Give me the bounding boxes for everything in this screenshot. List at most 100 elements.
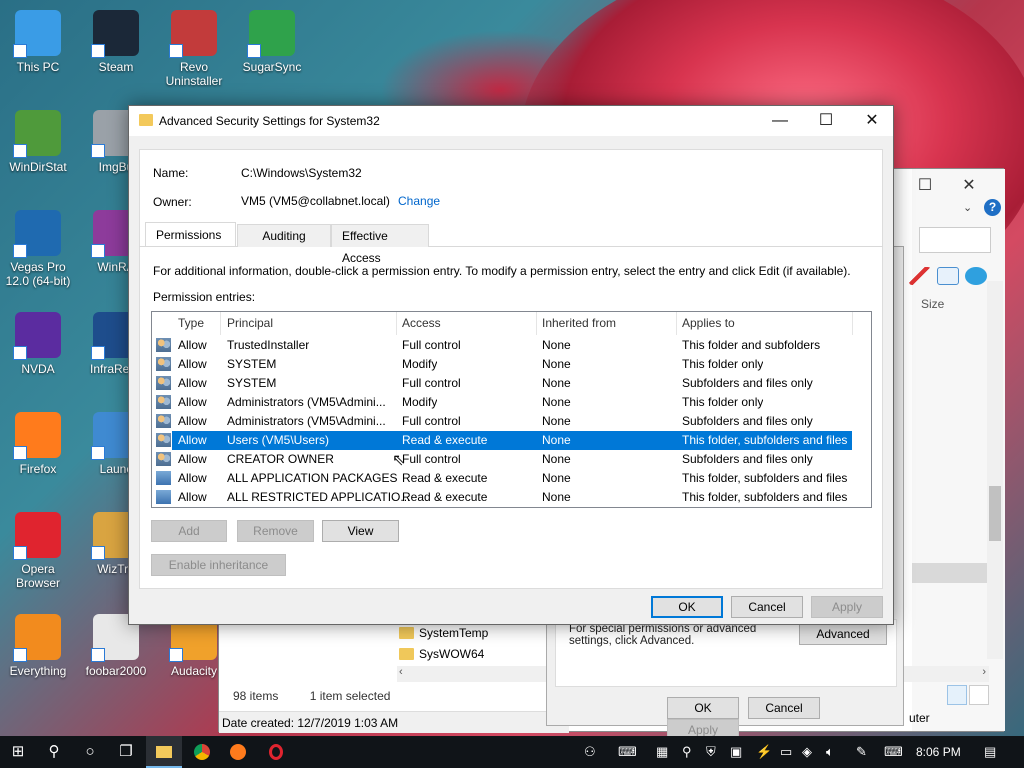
column-header-principal[interactable]: Principal [227, 316, 273, 330]
shield-globe-icon[interactable] [965, 267, 987, 285]
tab-permissions[interactable]: Permissions [145, 222, 236, 246]
table-cell: None [542, 452, 571, 466]
cancel-button[interactable]: Cancel [731, 596, 803, 618]
ok-button[interactable]: OK [651, 596, 723, 618]
table-cell: None [542, 490, 571, 504]
enable-inheritance-button[interactable]: Enable inheritance [151, 554, 286, 576]
column-separator[interactable] [396, 312, 397, 335]
table-cell: Read & execute [402, 490, 488, 504]
details-view-icon[interactable] [947, 685, 967, 705]
tray-defender-icon[interactable]: ⛨ [706, 736, 716, 768]
table-cell: CREATOR OWNER [227, 452, 334, 466]
dialog-titlebar[interactable]: Advanced Security Settings for System32 … [129, 106, 893, 136]
users-icon [156, 433, 171, 447]
search-icon[interactable]: ⚲ [36, 736, 72, 768]
desktop-icon[interactable]: Steam [78, 10, 154, 74]
users-icon [156, 357, 171, 371]
notifications-icon[interactable]: ▤ [984, 736, 996, 768]
table-row[interactable]: Allow SYSTEM Modify None This folder only [152, 355, 855, 374]
table-row[interactable]: Allow Administrators (VM5\Admini... Full c… [152, 412, 855, 431]
pen-icon[interactable]: ✎ [856, 736, 867, 768]
table-row[interactable]: Allow Users (VM5\Users) Read & execute None… [152, 431, 855, 450]
remove-button[interactable]: Remove [237, 520, 314, 542]
view-button[interactable]: View [322, 520, 399, 542]
tray-network-drive-icon[interactable]: ▣ [730, 736, 742, 768]
opera-icon[interactable] [258, 736, 294, 768]
desktop-icon[interactable]: NVDA [0, 312, 76, 376]
red-pen-icon[interactable] [909, 267, 931, 285]
desktop-icon[interactable]: Opera Browser [0, 512, 76, 590]
desktop-icon[interactable]: Everything [0, 614, 76, 678]
maximize-icon[interactable]: ☐ [903, 175, 947, 195]
people-icon[interactable]: ⚇ [584, 736, 596, 768]
add-button[interactable]: Add [151, 520, 227, 542]
windows-start-icon[interactable]: ⊞ [0, 736, 36, 768]
keyboard-icon[interactable]: ⌨ [884, 736, 903, 768]
keyboard-touch-icon[interactable]: ⌨ [618, 736, 637, 768]
desktop-icon[interactable]: SugarSync [234, 10, 310, 74]
explorer-search-box[interactable] [919, 227, 991, 253]
minimize-icon[interactable]: — [757, 106, 803, 136]
apply-button[interactable]: Apply [811, 596, 883, 618]
ok-button[interactable]: OK [667, 697, 739, 719]
desktop-icon[interactable]: WinDirStat [0, 110, 76, 174]
desktop-icon[interactable]: Vegas Pro 12.0 (64-bit) [0, 210, 76, 288]
cortana-icon[interactable]: ○ [72, 736, 108, 768]
tray-monitor-icon[interactable]: ▭ [780, 736, 792, 768]
column-separator[interactable] [220, 312, 221, 335]
tray-search-icon[interactable]: ⚲ [682, 736, 692, 768]
close-icon[interactable]: ✕ [849, 106, 895, 136]
column-header-size[interactable]: Size [921, 297, 944, 311]
users-icon [156, 471, 171, 485]
table-cell: None [542, 471, 571, 485]
clock[interactable]: 8:06 PM [916, 736, 961, 768]
list-item[interactable]: SystemTemp [397, 623, 488, 644]
desktop-icon[interactable]: This PC [0, 10, 76, 74]
table-cell: None [542, 357, 571, 371]
list-item[interactable]: SysWOW64 [397, 644, 488, 665]
tab-effective-access[interactable]: Effective Access [331, 224, 429, 265]
firefox-icon[interactable] [220, 736, 256, 768]
window-icon[interactable] [937, 267, 959, 285]
tray-unknown-icon[interactable]: ◈ [802, 736, 812, 768]
column-separator[interactable] [676, 312, 677, 335]
column-separator[interactable] [852, 312, 853, 335]
cancel-button[interactable]: Cancel [748, 697, 820, 719]
table-row[interactable]: Allow TrustedInstaller Full control None Thi… [152, 336, 855, 355]
permission-entries-list[interactable]: Type Principal Access Inherited from App… [151, 311, 872, 508]
change-owner-link[interactable]: Change [398, 194, 440, 208]
column-header-applies-to[interactable]: Applies to [682, 316, 735, 330]
column-header-access[interactable]: Access [402, 316, 441, 330]
column-header-type[interactable]: Type [178, 316, 204, 330]
file-explorer-icon[interactable] [146, 736, 182, 768]
desktop-icon[interactable]: Firefox [0, 412, 76, 476]
maximize-icon[interactable]: ☐ [803, 106, 849, 136]
task-view-icon[interactable]: ❐ [108, 736, 144, 768]
table-row[interactable]: Allow ALL APPLICATION PACKAGES Read & exec… [152, 469, 855, 488]
table-cell: Administrators (VM5\Admini... [227, 395, 386, 409]
desktop-icon[interactable]: Revo Uninstaller [156, 10, 232, 88]
chrome-icon[interactable] [184, 736, 220, 768]
column-separator[interactable] [536, 312, 537, 335]
table-cell: This folder and subfolders [682, 338, 821, 352]
help-icon[interactable]: ? [984, 199, 1001, 216]
chevron-down-icon[interactable]: ⌄ [963, 201, 972, 214]
scroll-right-icon[interactable]: › [982, 666, 986, 678]
large-icons-view-icon[interactable] [969, 685, 989, 705]
explorer-title-buttons: ☐ ✕ [903, 175, 991, 195]
explorer-vertical-scrollbar[interactable] [987, 281, 1003, 659]
tab-auditing[interactable]: Auditing [237, 224, 331, 247]
scroll-left-icon[interactable]: ‹ [399, 666, 403, 678]
tray-connection-icon[interactable]: ⚡ [756, 736, 772, 768]
table-row[interactable]: Allow SYSTEM Full control None Subfolders an… [152, 374, 855, 393]
tray-app-icon[interactable]: ▦ [656, 736, 668, 768]
advanced-button[interactable]: Advanced [799, 624, 887, 645]
table-cell: Read & execute [402, 471, 488, 485]
table-row[interactable]: Allow ALL RESTRICTED APPLICATIO... Read & … [152, 488, 855, 507]
column-header-inherited-from[interactable]: Inherited from [542, 316, 616, 330]
volume-icon[interactable]: 🔈︎ [826, 736, 834, 768]
table-row[interactable]: Allow Administrators (VM5\Admini... Modify… [152, 393, 855, 412]
scroll-thumb[interactable] [989, 486, 1001, 541]
close-icon[interactable]: ✕ [947, 175, 991, 195]
table-row[interactable]: Allow CREATOR OWNER Full control None Subfol… [152, 450, 855, 469]
